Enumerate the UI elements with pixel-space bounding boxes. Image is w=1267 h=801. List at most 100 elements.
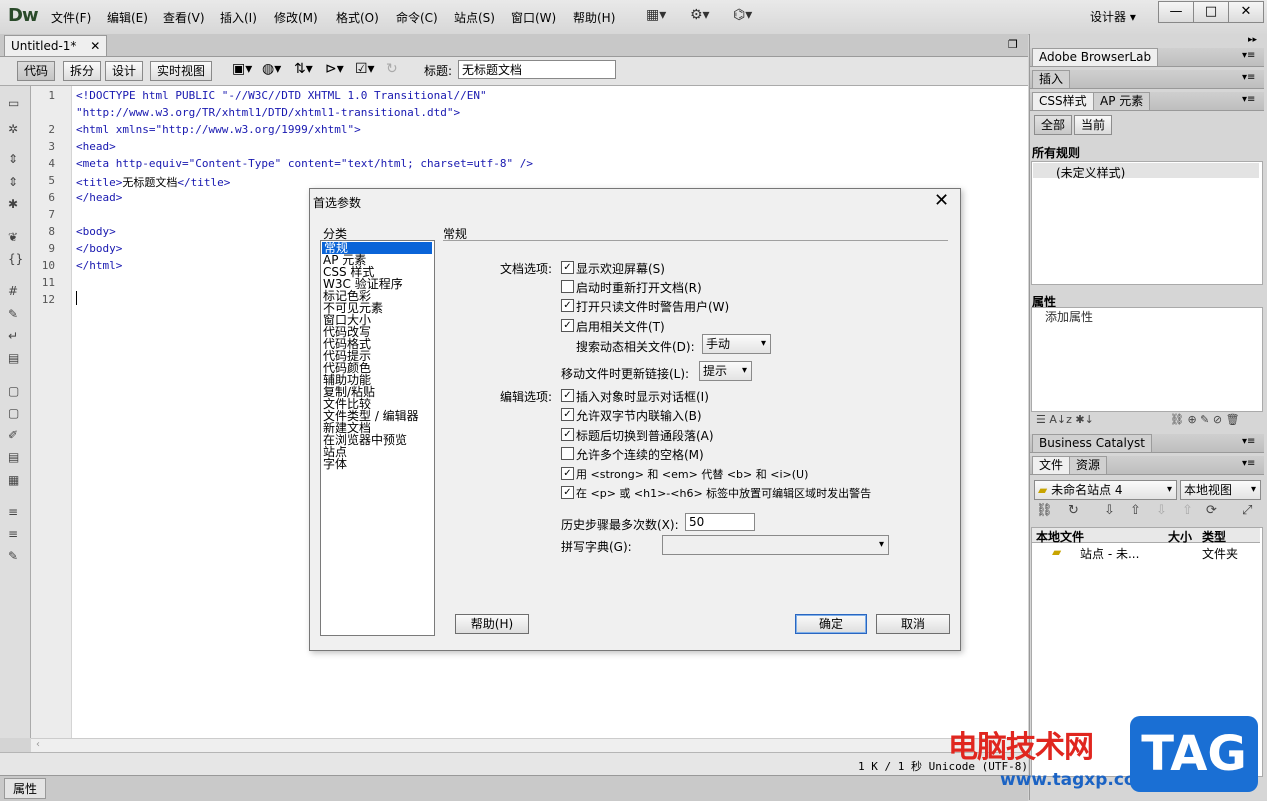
- restore-doc-icon[interactable]: ❐: [1008, 38, 1018, 51]
- checkbox-readonly-warn[interactable]: ✓: [561, 299, 574, 312]
- show-code-navigator-icon[interactable]: ✲: [8, 122, 18, 136]
- checkbox-insert-dialog[interactable]: ✓: [561, 389, 574, 402]
- column-type[interactable]: 类型: [1202, 528, 1226, 545]
- menu-format[interactable]: 格式(O): [336, 9, 379, 26]
- scroll-left-icon[interactable]: ‹: [36, 739, 40, 750]
- outdent-icon[interactable]: ≡: [8, 527, 18, 541]
- assets-tab[interactable]: 资源: [1069, 456, 1108, 474]
- add-property-link[interactable]: 添加属性: [1045, 308, 1093, 325]
- site-map-icon[interactable]: ⌬▾: [733, 7, 752, 23]
- panel-menu-icon[interactable]: ▾≡: [1242, 50, 1255, 61]
- checkbox-multiple-spaces[interactable]: [561, 447, 574, 460]
- menu-modify[interactable]: 修改(M): [274, 9, 318, 26]
- recent-snippets-icon[interactable]: ▤: [8, 450, 19, 464]
- history-steps-input[interactable]: [685, 513, 755, 531]
- dialog-close-button[interactable]: ✕: [934, 190, 949, 211]
- cancel-button[interactable]: 取消: [876, 614, 950, 634]
- document-title-input[interactable]: [458, 60, 616, 79]
- visual-aids-icon[interactable]: ⊳▾: [325, 61, 344, 77]
- site-select[interactable]: ▰ 未命名站点 4 ▾: [1034, 480, 1177, 500]
- checkbox-double-byte[interactable]: ✓: [561, 408, 574, 421]
- document-tab[interactable]: Untitled-1* ✕: [4, 35, 108, 56]
- line-numbers-icon[interactable]: #: [8, 284, 18, 298]
- column-size[interactable]: 大小: [1168, 528, 1192, 545]
- remove-comment-icon[interactable]: ▢: [8, 406, 19, 420]
- panel-menu-icon[interactable]: ▾≡: [1242, 458, 1255, 469]
- all-rules-button[interactable]: 全部: [1034, 115, 1073, 135]
- refresh-icon[interactable]: ↻: [386, 61, 398, 77]
- sync-icon[interactable]: ⟳: [1206, 503, 1217, 518]
- css-styles-tab[interactable]: CSS样式: [1032, 92, 1094, 110]
- menu-file[interactable]: 文件(F): [51, 9, 91, 26]
- put-files-icon[interactable]: ⇧: [1130, 503, 1141, 518]
- file-row-name[interactable]: 站点 - 未...: [1080, 545, 1139, 562]
- css-view-icons[interactable]: ☰ A↓z ✱↓: [1036, 413, 1094, 426]
- panel-menu-icon[interactable]: ▾≡: [1242, 94, 1255, 105]
- update-links-select[interactable]: 提示 ▾: [699, 361, 752, 381]
- collapse-panels-icon[interactable]: ▸▸: [1248, 35, 1257, 45]
- minimize-button[interactable]: —: [1158, 1, 1194, 23]
- checkbox-related-files[interactable]: ✓: [561, 319, 574, 332]
- expand-icon[interactable]: ⤢: [1242, 503, 1252, 518]
- apply-comment-icon[interactable]: ▢: [8, 384, 19, 398]
- layout-icon[interactable]: ▦▾: [646, 7, 666, 23]
- split-view-button[interactable]: 拆分: [63, 61, 102, 81]
- format-source-icon[interactable]: ✎: [8, 549, 18, 563]
- help-button[interactable]: 帮助(H): [455, 614, 529, 634]
- css-action-icons[interactable]: ⛓ ⊕ ✎ ⊘ 🗑: [1170, 413, 1240, 426]
- menu-commands[interactable]: 命令(C): [396, 9, 438, 26]
- highlight-invalid-icon[interactable]: ✎: [8, 307, 18, 321]
- column-local-files[interactable]: 本地文件: [1036, 528, 1084, 545]
- gear-icon[interactable]: ⚙▾: [690, 7, 710, 23]
- menu-site[interactable]: 站点(S): [454, 9, 495, 26]
- ok-button[interactable]: 确定: [795, 614, 867, 634]
- insert-tab[interactable]: 插入: [1032, 70, 1071, 88]
- view-select[interactable]: 本地视图 ▾: [1180, 480, 1261, 500]
- word-wrap-icon[interactable]: ↵: [8, 329, 18, 343]
- get-files-icon[interactable]: ⇩: [1104, 503, 1115, 518]
- checkbox-show-welcome[interactable]: ✓: [561, 261, 574, 274]
- category-item[interactable]: 字体: [323, 458, 347, 470]
- file-management-icon[interactable]: ⇅▾: [294, 61, 313, 77]
- maximize-button[interactable]: □: [1193, 1, 1229, 23]
- checkbox-strong-em[interactable]: ✓: [561, 467, 574, 480]
- browserlab-tab[interactable]: Adobe BrowserLab: [1032, 48, 1159, 66]
- select-parent-tag-icon[interactable]: ❦: [8, 230, 18, 244]
- indent-icon[interactable]: ≡: [8, 505, 18, 519]
- checkout-icon[interactable]: ⇩: [1156, 503, 1167, 518]
- checkbox-reopen-docs[interactable]: [561, 280, 574, 293]
- refresh-files-icon[interactable]: ↻: [1068, 503, 1079, 518]
- spell-dictionary-select[interactable]: ▾: [662, 535, 889, 555]
- ap-elements-tab[interactable]: AP 元素: [1093, 92, 1151, 110]
- expand-all-icon[interactable]: ✱: [8, 197, 18, 211]
- checkbox-editable-warn[interactable]: ✓: [561, 486, 574, 499]
- workspace-switcher[interactable]: 设计器 ▾: [1090, 8, 1136, 25]
- design-view-button[interactable]: 设计: [105, 61, 144, 81]
- open-documents-icon[interactable]: ▭: [8, 96, 19, 110]
- validate-icon[interactable]: ☑▾: [355, 61, 375, 77]
- search-related-select[interactable]: 手动 ▾: [702, 334, 771, 354]
- horizontal-scrollbar[interactable]: [31, 738, 1028, 753]
- browser-preview-icon[interactable]: ◍▾: [262, 61, 281, 77]
- panel-menu-icon[interactable]: ▾≡: [1242, 436, 1255, 447]
- files-tab[interactable]: 文件: [1032, 456, 1071, 474]
- collapse-selection-icon[interactable]: ⇕: [8, 175, 18, 189]
- menu-view[interactable]: 查看(V): [163, 9, 205, 26]
- syntax-coloring-icon[interactable]: ▤: [8, 351, 19, 365]
- collapse-tag-icon[interactable]: ⇕: [8, 152, 18, 166]
- multiscreen-icon[interactable]: ▣▾: [232, 61, 252, 77]
- code-view-button[interactable]: 代码: [17, 61, 56, 81]
- checkbox-switch-paragraph[interactable]: ✓: [561, 428, 574, 441]
- menu-help[interactable]: 帮助(H): [573, 9, 615, 26]
- live-view-button[interactable]: 实时视图: [150, 61, 213, 81]
- close-tab-icon[interactable]: ✕: [90, 39, 100, 53]
- menu-edit[interactable]: 编辑(E): [107, 9, 148, 26]
- checkin-icon[interactable]: ⇧: [1182, 503, 1193, 518]
- wrap-tag-icon[interactable]: ✐: [8, 428, 18, 442]
- connect-icon[interactable]: ⛓: [1036, 503, 1053, 518]
- move-css-icon[interactable]: ▦: [8, 473, 19, 487]
- close-window-button[interactable]: ✕: [1228, 1, 1264, 23]
- properties-tab[interactable]: 属性: [4, 778, 47, 799]
- menu-insert[interactable]: 插入(I): [220, 9, 257, 26]
- balance-braces-icon[interactable]: {}: [8, 252, 23, 266]
